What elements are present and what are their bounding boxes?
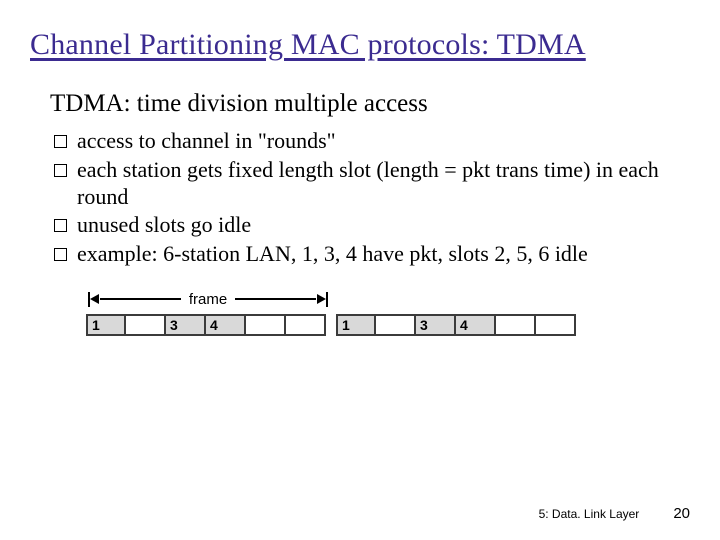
slot-cell (246, 314, 286, 336)
slot-cell (496, 314, 536, 336)
bullet-item: unused slots go idle (54, 212, 666, 239)
slot-cell: 4 (456, 314, 496, 336)
slot-cell: 3 (416, 314, 456, 336)
frame-group: 1 3 4 (336, 314, 576, 336)
slot-cell: 1 (86, 314, 126, 336)
section-subtitle: TDMA: time division multiple access (50, 90, 670, 118)
span-line (235, 298, 316, 300)
bullet-text: access to channel in "rounds" (77, 128, 666, 155)
frame-span-indicator: frame (88, 286, 328, 312)
slot-cell (536, 314, 576, 336)
slot-cell: 3 (166, 314, 206, 336)
bullet-item: example: 6-station LAN, 1, 3, 4 have pkt… (54, 241, 666, 268)
slide: Channel Partitioning MAC protocols: TDMA… (0, 0, 720, 540)
square-bullet-icon (54, 135, 67, 148)
slide-footer: 5: Data. Link Layer 20 (539, 505, 690, 522)
bullet-item: access to channel in "rounds" (54, 128, 666, 155)
slot-cell: 4 (206, 314, 246, 336)
bullet-list: access to channel in "rounds" each stati… (54, 128, 666, 268)
frame-label: frame (181, 291, 235, 308)
span-line (100, 298, 181, 300)
bullet-text: unused slots go idle (77, 212, 666, 239)
slot-cell (286, 314, 326, 336)
arrow-right-icon (316, 298, 326, 300)
bullet-text: example: 6-station LAN, 1, 3, 4 have pkt… (77, 241, 666, 268)
frame-gap (326, 314, 336, 336)
square-bullet-icon (54, 219, 67, 232)
page-number: 20 (673, 505, 690, 522)
tdma-figure: frame 1 3 4 1 3 4 (86, 286, 606, 336)
frame-group: 1 3 4 (86, 314, 326, 336)
slot-cell (376, 314, 416, 336)
square-bullet-icon (54, 248, 67, 261)
bullet-text: each station gets fixed length slot (len… (77, 157, 666, 211)
slot-cell: 1 (336, 314, 376, 336)
square-bullet-icon (54, 164, 67, 177)
arrow-left-icon (90, 298, 100, 300)
bullet-item: each station gets fixed length slot (len… (54, 157, 666, 211)
chapter-label: 5: Data. Link Layer (539, 507, 640, 521)
tick-icon (326, 292, 328, 307)
slots-row: 1 3 4 1 3 4 (86, 314, 606, 336)
slide-title: Channel Partitioning MAC protocols: TDMA (30, 28, 690, 62)
slot-cell (126, 314, 166, 336)
